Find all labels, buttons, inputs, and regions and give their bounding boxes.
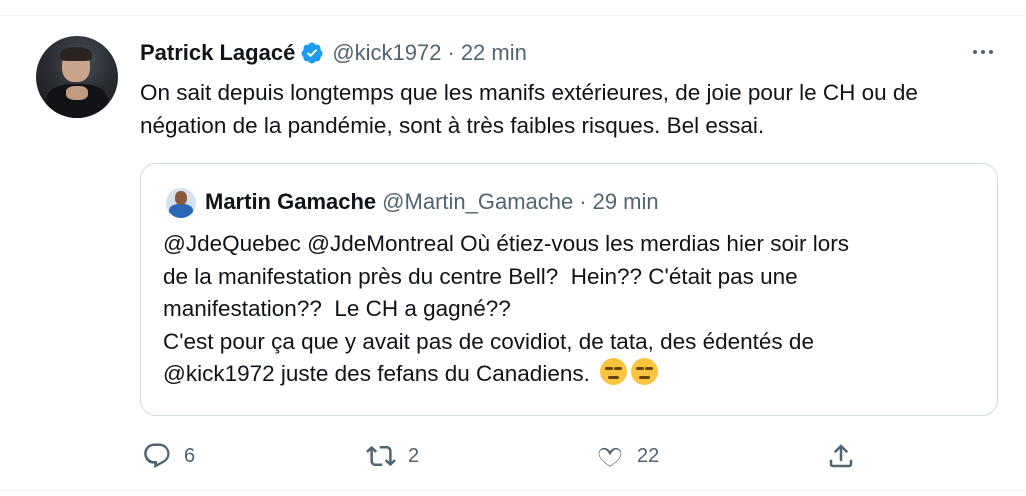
quoted-tweet-card[interactable]: Martin Gamache @Martin_Gamache · 29 min @J… [140,163,998,416]
like-count: 22 [637,444,660,467]
tweet-text: On sait depuis longtemps que les manifs … [140,80,918,138]
more-dots-icon[interactable] [966,40,1000,64]
reply-icon [144,443,170,469]
dot [989,50,993,54]
quoted-tweet-meta: @Martin_Gamache · 29 min [382,189,658,215]
top-divider [0,15,1026,16]
reply-count: 6 [184,444,196,467]
quoted-text-line: @JdeQuebec @JdeMontreal Où étiez-vous le… [163,231,849,256]
tweet-header: Patrick Lagacé @kick1972 · 22 min [140,36,527,70]
retweet-icon [366,445,396,467]
retweet-count: 2 [408,444,420,467]
retweet-button[interactable]: 2 [366,438,419,474]
author-handle[interactable]: @kick1972 [332,40,441,65]
quoted-text-line: @kick1972 juste des fefans du Canadiens. [163,361,597,386]
author-avatar[interactable] [36,36,118,118]
quoted-author-handle: @Martin_Gamache [382,189,574,214]
author-name[interactable]: Patrick Lagacé [140,40,295,66]
quoted-tweet-time: 29 min [592,189,659,214]
quoted-tweet-text: @JdeQuebec @JdeMontreal Où étiez-vous le… [163,228,983,391]
smirking-face-emoji-icon [600,358,628,385]
quoted-text-line: de la manifestation près du centre Bell?… [163,263,798,289]
quoted-text-line: C'est pour ça que y avait pas de covidio… [163,328,814,354]
avatar-hair [60,47,92,61]
quoted-avatar-head [175,191,187,205]
tweet-meta: @kick1972 · 22 min [332,40,527,66]
tweet-time[interactable]: 22 min [461,40,527,65]
dot [981,50,985,54]
bottom-divider [0,490,1026,491]
quoted-avatar-body [169,204,193,218]
verified-badge-icon [301,42,323,64]
like-button[interactable]: 22 [595,438,659,474]
share-icon [829,444,853,468]
quoted-author-name: Martin Gamache [205,189,377,214]
quoted-text-line-last: @kick1972 juste des fefans du Canadiens. [163,358,983,391]
quoted-text-line: manifestation?? Le CH a gagné?? [163,296,511,321]
tweet-actions: 6 2 22 [140,438,1000,474]
heart-icon [598,447,622,467]
meta-separator: · [447,40,455,65]
avatar-hands [66,86,88,100]
share-button[interactable] [826,438,856,474]
unamused-face-emoji-icon [631,358,659,385]
quoted-tweet-header: Martin Gamache @Martin_Gamache · 29 min [205,186,659,218]
dot [973,50,977,54]
reply-button[interactable]: 6 [142,438,195,474]
quoted-meta-separator: · [579,189,587,214]
quoted-author-avatar [166,188,196,218]
